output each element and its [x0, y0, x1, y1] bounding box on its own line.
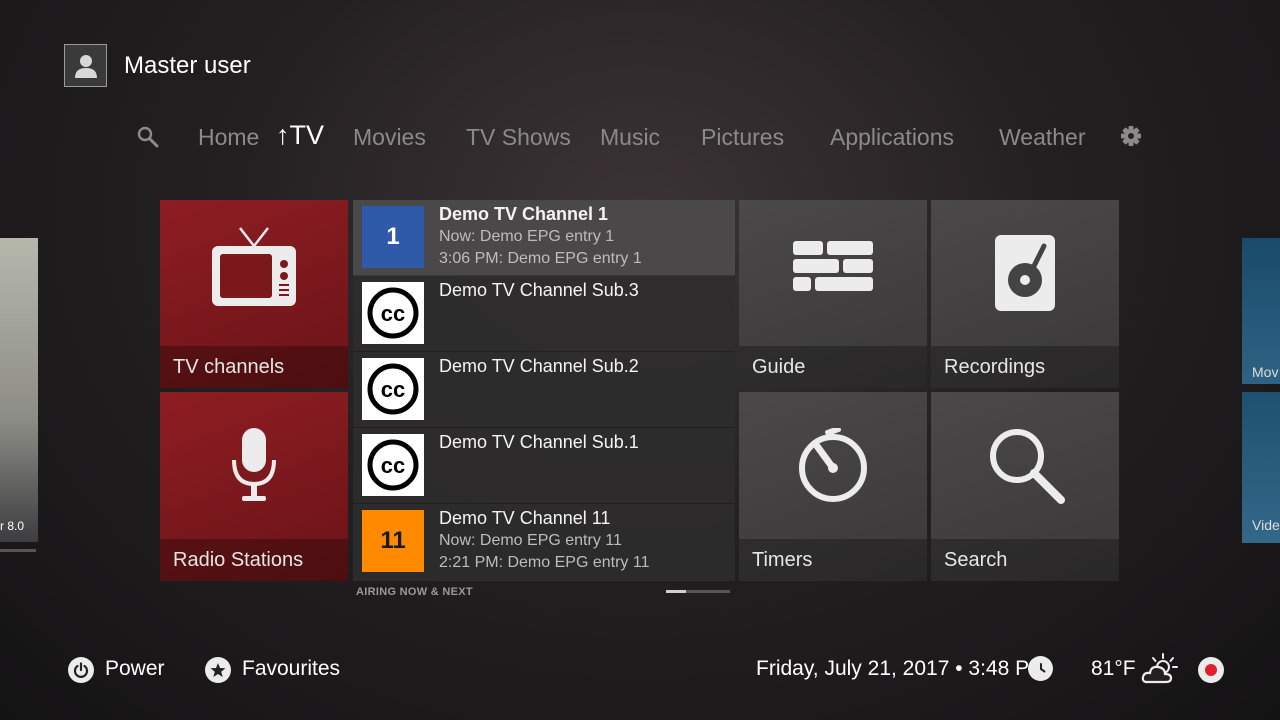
channel-now: Now: Demo EPG entry 1 [439, 228, 615, 245]
tile-timers[interactable]: Timers [739, 392, 927, 581]
tile-tv-channels-label: TV channels [160, 346, 348, 388]
nav-pictures[interactable]: Pictures [701, 124, 784, 151]
cc-logo-icon: cc [362, 358, 424, 420]
user-name: Master user [124, 52, 251, 79]
tile-recordings[interactable]: Recordings [931, 200, 1119, 388]
nav-tv-shows[interactable]: TV Shows [466, 124, 571, 151]
nav-home[interactable]: Home [198, 124, 259, 151]
right-peek-bottom-label: Vide [1252, 517, 1280, 533]
tile-radio-stations-label: Radio Stations [160, 539, 348, 581]
nav-tv[interactable]: ↑TV [276, 120, 324, 151]
channel-name: Demo TV Channel 11 [439, 508, 611, 528]
channel-logo: 1 [362, 206, 424, 268]
clock-icon [1028, 656, 1053, 681]
right-widget-peek-bottom[interactable]: Vide [1242, 392, 1280, 543]
nav-movies[interactable]: Movies [353, 124, 426, 151]
cc-logo-text: cc [381, 301, 405, 326]
channel-next: 2:21 PM: Demo EPG entry 11 [439, 554, 650, 571]
user-silhouette-icon [74, 54, 97, 78]
tile-recordings-label: Recordings [931, 346, 1119, 388]
cc-logo-text: cc [381, 377, 405, 402]
magnifier-icon [987, 426, 1067, 511]
channel-row[interactable]: 1 Demo TV Channel 1 Now: Demo EPG entry … [353, 200, 735, 276]
power-icon[interactable] [68, 657, 94, 683]
channel-now: Now: Demo EPG entry 11 [439, 532, 622, 549]
tile-radio-stations[interactable]: Radio Stations [160, 392, 348, 581]
channel-next: 3:06 PM: Demo EPG entry 1 [439, 250, 642, 267]
recordings-disk-icon [994, 234, 1056, 317]
channel-logo: 11 [362, 510, 424, 572]
tile-search-label: Search [931, 539, 1119, 581]
channel-name: Demo TV Channel Sub.3 [439, 280, 639, 300]
tv-icon [210, 224, 298, 313]
channel-row[interactable]: cc Demo TV Channel Sub.1 [353, 428, 735, 504]
guide-grid-icon [792, 240, 874, 311]
channel-name: Demo TV Channel Sub.1 [439, 432, 639, 452]
left-widget-peek[interactable] [0, 238, 38, 542]
channel-name: Demo TV Channel Sub.2 [439, 356, 639, 376]
record-dot [1205, 664, 1217, 676]
channel-row[interactable]: cc Demo TV Channel Sub.3 [353, 276, 735, 352]
left-peek-label: r 8.0 [0, 519, 25, 533]
record-indicator-icon[interactable] [1198, 657, 1224, 683]
tile-guide-label: Guide [739, 346, 927, 388]
nav-tv-label: TV [289, 120, 325, 150]
tile-timers-label: Timers [739, 539, 927, 581]
nav-weather[interactable]: Weather [999, 124, 1086, 151]
timer-icon [795, 426, 871, 509]
avatar[interactable] [64, 44, 107, 87]
power-button[interactable]: Power [105, 657, 165, 681]
tile-search[interactable]: Search [931, 392, 1119, 581]
microphone-icon [230, 426, 278, 509]
star-icon[interactable] [205, 657, 231, 683]
gear-icon[interactable] [1120, 125, 1142, 152]
right-widget-peek-top[interactable]: Mov [1242, 238, 1280, 384]
search-icon[interactable] [137, 126, 159, 153]
partly-cloudy-icon [1141, 652, 1181, 691]
tile-guide[interactable]: Guide [739, 200, 927, 388]
nav-music[interactable]: Music [600, 124, 660, 151]
cc-logo-icon: cc [362, 434, 424, 496]
cc-logo-icon: cc [362, 282, 424, 344]
nav-applications[interactable]: Applications [830, 124, 954, 151]
favourites-button[interactable]: Favourites [242, 657, 340, 681]
tile-tv-channels[interactable]: TV channels [160, 200, 348, 388]
up-arrow-icon: ↑ [276, 120, 290, 150]
channel-row[interactable]: cc Demo TV Channel Sub.2 [353, 352, 735, 428]
channel-list[interactable]: 1 Demo TV Channel 1 Now: Demo EPG entry … [353, 200, 735, 581]
list-scrollbar-thumb[interactable] [666, 590, 686, 593]
cc-logo-text: cc [381, 453, 405, 478]
date-time: Friday, July 21, 2017 • 3:48 PM [756, 657, 1047, 680]
left-peek-progress [0, 549, 36, 552]
right-peek-top-label: Mov [1252, 364, 1279, 380]
channel-name: Demo TV Channel 1 [439, 204, 609, 224]
list-caption: AIRING NOW & NEXT [356, 586, 473, 598]
channel-row[interactable]: 11 Demo TV Channel 11 Now: Demo EPG entr… [353, 504, 735, 580]
temperature: 81°F [1091, 657, 1136, 680]
